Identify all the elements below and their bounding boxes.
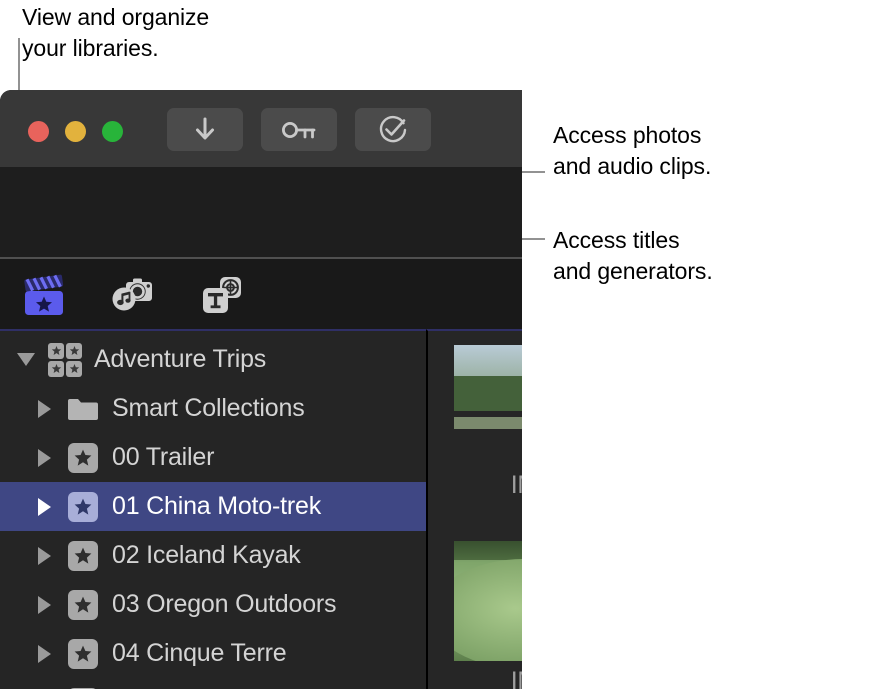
sidebar-row-label: Smart Collections xyxy=(112,394,305,422)
event-star-icon xyxy=(66,637,100,671)
titles-generators-button[interactable] xyxy=(196,272,246,320)
sidebar-row-smart-collections[interactable]: Smart Collections xyxy=(0,384,426,433)
final-cut-pro-window: Adventure Trips Smart Collections 00 Tra xyxy=(0,90,522,689)
keyword-editor-button[interactable] xyxy=(261,108,337,151)
sidebar-row-event-03-oregon-outdoors[interactable]: 03 Oregon Outdoors xyxy=(0,580,426,629)
sidebar-row-event-02-iceland-kayak[interactable]: 02 Iceland Kayak xyxy=(0,531,426,580)
sidebar-row-label: 02 Iceland Kayak xyxy=(112,541,301,569)
library-grid-icon xyxy=(48,342,82,377)
disclosure-triangle-right-icon[interactable] xyxy=(30,482,58,531)
sidebar-row-label: 04 Cinque Terre xyxy=(112,639,287,667)
check-circle-icon xyxy=(379,115,407,142)
clip-thumbnail[interactable] xyxy=(454,345,522,465)
film-clapper-star-icon xyxy=(24,274,64,315)
folder-icon xyxy=(66,392,100,426)
titles-generators-icon xyxy=(203,277,241,313)
toolbar-button-group xyxy=(167,108,431,151)
download-arrow-icon xyxy=(196,117,214,139)
disclosure-triangle-right-icon[interactable] xyxy=(30,433,58,482)
photos-audio-button[interactable] xyxy=(108,272,158,320)
libraries-sidebar: Adventure Trips Smart Collections 00 Tra xyxy=(0,329,426,689)
event-star-icon xyxy=(66,588,100,622)
sidebar-row-label: 00 Trailer xyxy=(112,443,215,471)
sidebar-row-event-00-trailer[interactable]: 00 Trailer xyxy=(0,433,426,482)
callout-photos: Access photos and audio clips. xyxy=(553,122,712,179)
sidebar-row-event-05-bavaria-spring[interactable]: 05 Bavaria Spring xyxy=(0,678,426,689)
sidebar-row-library[interactable]: Adventure Trips xyxy=(0,335,426,384)
clip-caption: IMG xyxy=(510,667,522,689)
analyze-button[interactable] xyxy=(355,108,431,151)
event-star-icon xyxy=(66,490,100,524)
import-media-button[interactable] xyxy=(167,108,243,151)
key-icon xyxy=(282,121,316,138)
clip-thumbnail[interactable] xyxy=(454,541,522,661)
minimize-window-button[interactable] xyxy=(65,121,86,142)
libraries-button[interactable] xyxy=(20,272,70,320)
clip-browser: IMG IMG xyxy=(426,329,522,689)
photos-audio-icon xyxy=(112,278,152,311)
sidebar-row-event-01-china-moto-trek[interactable]: 01 China Moto-trek xyxy=(0,482,426,531)
window-controls xyxy=(28,121,123,142)
callout-titles: Access titles and generators. xyxy=(553,227,713,284)
clip-caption: IMG xyxy=(510,471,522,499)
event-star-icon xyxy=(66,539,100,573)
browser-clip-item[interactable]: IMG xyxy=(454,345,522,500)
event-star-icon xyxy=(66,686,100,689)
maximize-window-button[interactable] xyxy=(102,121,123,142)
sidebar-row-label: Adventure Trips xyxy=(94,345,267,373)
disclosure-triangle-down-icon[interactable] xyxy=(12,335,40,384)
disclosure-triangle-right-icon[interactable] xyxy=(30,384,58,433)
disclosure-triangle-right-icon[interactable] xyxy=(30,629,58,678)
disclosure-triangle-right-icon[interactable] xyxy=(30,531,58,580)
disclosure-triangle-right-icon[interactable] xyxy=(30,678,58,689)
sidebar-icon-bar xyxy=(0,257,522,331)
callout-libraries: View and organize your libraries. xyxy=(22,4,210,61)
event-star-icon xyxy=(66,441,100,475)
close-window-button[interactable] xyxy=(28,121,49,142)
disclosure-triangle-right-icon[interactable] xyxy=(30,580,58,629)
sidebar-row-label: 03 Oregon Outdoors xyxy=(112,590,337,618)
browser-clip-item[interactable]: IMG xyxy=(454,541,522,689)
sidebar-row-event-04-cinque-terre[interactable]: 04 Cinque Terre xyxy=(0,629,426,678)
sidebar-row-label: 01 China Moto-trek xyxy=(112,492,321,520)
main-content-row: Adventure Trips Smart Collections 00 Tra xyxy=(0,329,522,689)
